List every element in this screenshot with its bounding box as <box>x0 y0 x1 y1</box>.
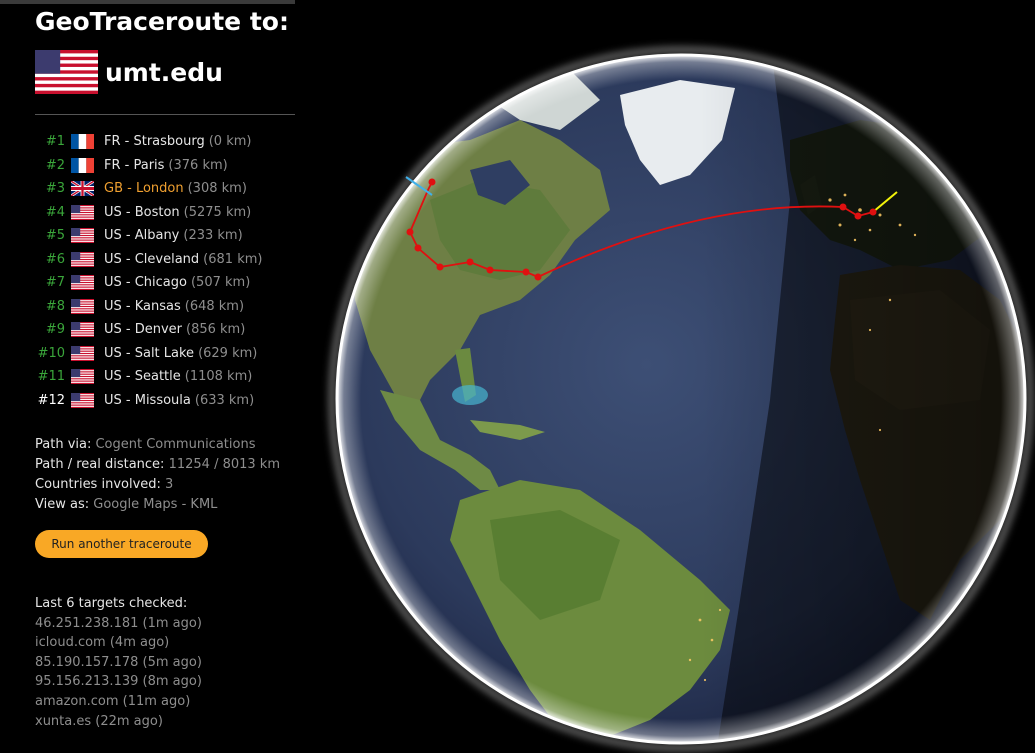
hop-marker[interactable] <box>466 258 474 266</box>
run-traceroute-button[interactable]: Run another traceroute <box>35 530 208 558</box>
hop-marker[interactable] <box>406 228 414 236</box>
hop-distance: (1108 km) <box>184 369 253 385</box>
hop-distance: (856 km) <box>186 322 246 338</box>
hop-row[interactable]: #1 FR - Strasbourg (0 km) <box>35 130 297 154</box>
recent-item[interactable]: xunta.es (22m ago) <box>35 712 202 732</box>
countries-label: Countries involved: <box>35 477 161 492</box>
us-flag-icon <box>35 50 98 94</box>
hop-location: US - Kansas <box>104 298 181 314</box>
fr-flag-icon <box>71 157 94 173</box>
hop-row[interactable]: #4 US - Boston (5275 km) <box>35 201 297 225</box>
hop-number: #9 <box>45 322 65 338</box>
recent-item[interactable]: 46.251.238.181 (1m ago) <box>35 614 202 634</box>
target-header: umt.edu <box>35 50 223 94</box>
hop-number: #11 <box>37 369 65 385</box>
hop-location: US - Seattle <box>104 369 181 385</box>
hop-marker[interactable] <box>534 273 542 281</box>
hop-marker[interactable] <box>839 203 847 211</box>
us-flag-icon <box>71 298 94 314</box>
hop-location: US - Salt Lake <box>104 345 195 361</box>
hop-row[interactable]: #10 US - Salt Lake (629 km) <box>35 342 297 366</box>
target-host: umt.edu <box>105 57 223 87</box>
us-flag-icon <box>71 392 94 408</box>
hop-row[interactable]: #6 US - Cleveland (681 km) <box>35 248 297 272</box>
hop-distance: (648 km) <box>184 298 245 314</box>
hop-number: #6 <box>45 251 65 267</box>
hop-row[interactable]: #3 GB - London (308 km) <box>35 177 297 201</box>
recent-item[interactable]: amazon.com (11m ago) <box>35 692 202 712</box>
hop-location: US - Missoula <box>104 392 191 408</box>
hop-distance: (233 km) <box>183 228 243 244</box>
hop-number: #12 <box>37 392 65 408</box>
hop-row[interactable]: #7 US - Chicago (507 km) <box>35 271 297 295</box>
hop-list: #1 FR - Strasbourg (0 km) #2 FR - Paris (376 … <box>35 130 297 412</box>
route-summary: Path via: Cogent Communications Path / r… <box>35 435 280 515</box>
us-flag-icon <box>71 345 94 361</box>
us-flag-icon <box>71 369 94 385</box>
hop-number: #2 <box>45 157 65 173</box>
hop-location: US - Albany <box>104 228 180 244</box>
hop-marker[interactable] <box>428 178 436 186</box>
hop-location: US - Denver <box>104 322 183 338</box>
recent-targets: Last 6 targets checked: 46.251.238.181 (… <box>35 594 202 731</box>
hop-location: FR - Paris <box>104 157 165 173</box>
view-as-label: View as: <box>35 497 90 512</box>
hop-distance: (5275 km) <box>183 204 252 220</box>
hop-number: #7 <box>45 275 65 291</box>
hop-marker[interactable] <box>522 268 530 276</box>
hop-location: GB - London <box>104 181 184 197</box>
hop-row[interactable]: #11 US - Seattle (1108 km) <box>35 365 297 389</box>
hop-distance: (308 km) <box>187 181 247 197</box>
distance-label: Path / real distance: <box>35 457 165 472</box>
hop-distance: (633 km) <box>194 392 255 408</box>
hop-marker[interactable] <box>436 263 444 271</box>
recent-item[interactable]: 85.190.157.178 (5m ago) <box>35 653 202 673</box>
view-separator: - <box>181 497 187 512</box>
hop-distance: (681 km) <box>203 251 263 267</box>
hop-location: US - Cleveland <box>104 251 200 267</box>
hop-row[interactable]: #5 US - Albany (233 km) <box>35 224 297 248</box>
hop-marker[interactable] <box>869 208 877 216</box>
hop-marker[interactable] <box>486 266 494 274</box>
path-via-value: Cogent Communications <box>95 437 256 452</box>
page-title: GeoTraceroute to: <box>35 7 289 36</box>
recent-item[interactable]: 95.156.213.139 (8m ago) <box>35 672 202 692</box>
us-flag-icon <box>71 275 94 291</box>
hop-marker[interactable] <box>854 212 862 220</box>
us-flag-icon <box>71 251 94 267</box>
hop-distance: (0 km) <box>208 134 252 150</box>
hop-number: #10 <box>37 345 65 361</box>
top-divider <box>0 0 295 4</box>
hop-distance: (376 km) <box>168 157 228 173</box>
hop-location: US - Boston <box>104 204 180 220</box>
hop-number: #1 <box>45 134 65 150</box>
hop-location: US - Chicago <box>104 275 187 291</box>
hop-marker[interactable] <box>414 244 422 252</box>
us-flag-icon <box>71 228 94 244</box>
us-flag-icon <box>71 204 94 220</box>
fr-flag-icon <box>71 134 94 150</box>
us-flag-icon <box>71 322 94 338</box>
countries-value: 3 <box>165 477 174 492</box>
divider <box>35 114 295 115</box>
recent-heading: Last 6 targets checked: <box>35 596 188 611</box>
hop-row[interactable]: #8 US - Kansas (648 km) <box>35 295 297 319</box>
google-maps-link[interactable]: Google Maps <box>93 497 177 512</box>
sidebar: GeoTraceroute to: umt.edu #1 FR - Strasbo… <box>0 0 300 753</box>
hop-distance: (507 km) <box>190 275 251 291</box>
hop-row[interactable]: #9 US - Denver (856 km) <box>35 318 297 342</box>
hop-number: #3 <box>45 181 65 197</box>
recent-item[interactable]: icloud.com (4m ago) <box>35 633 202 653</box>
hop-number: #5 <box>45 228 65 244</box>
gb-flag-icon <box>71 181 94 197</box>
hop-row[interactable]: #2 FR - Paris (376 km) <box>35 154 297 178</box>
hop-number: #4 <box>45 204 65 220</box>
kml-link[interactable]: KML <box>190 497 217 512</box>
hop-distance: (629 km) <box>198 345 258 361</box>
hop-number: #8 <box>45 298 65 314</box>
path-via-label: Path via: <box>35 437 92 452</box>
hop-row[interactable]: #12 US - Missoula (633 km) <box>35 389 297 413</box>
hop-location: FR - Strasbourg <box>104 134 205 150</box>
distance-value: 11254 / 8013 km <box>168 457 280 472</box>
